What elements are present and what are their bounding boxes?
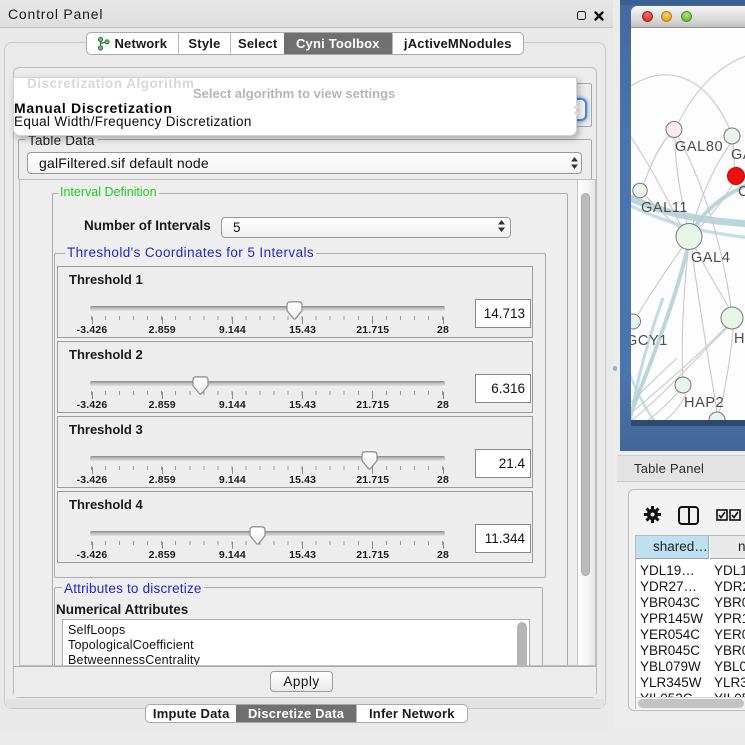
svg-text:HAP2: HAP2 [684, 395, 724, 411]
svg-text:GAL4: GAL4 [691, 250, 730, 266]
svg-text:GAL80: GAL80 [675, 139, 723, 155]
svg-text:C: C [738, 184, 745, 200]
svg-text:GCY1: GCY1 [631, 333, 668, 349]
svg-text:H: H [734, 331, 745, 347]
svg-text:GAL11: GAL11 [641, 200, 688, 216]
svg-text:GA: GA [731, 147, 745, 163]
